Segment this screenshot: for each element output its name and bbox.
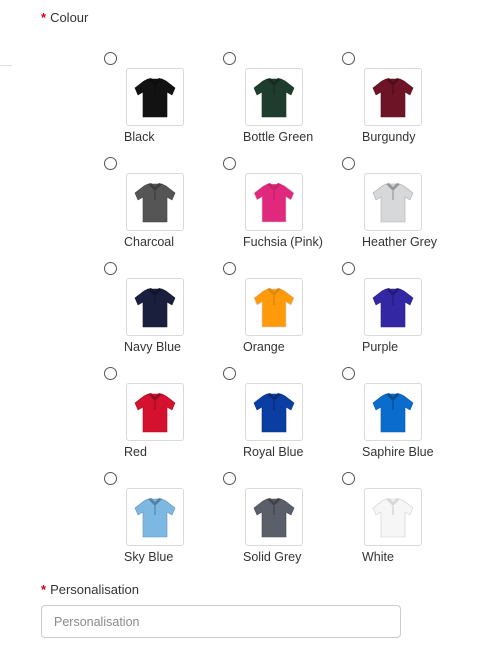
colour-swatch-charcoal[interactable]: [126, 173, 184, 231]
colour-option-navy-blue[interactable]: Navy Blue: [104, 262, 222, 367]
colour-option-label: Purple: [362, 340, 399, 354]
colour-option-saphire-blue[interactable]: Saphire Blue: [342, 367, 460, 472]
colour-radio-purple[interactable]: [342, 262, 355, 275]
polo-shirt-icon: [372, 183, 414, 223]
personalisation-field-label: * Personalisation: [41, 582, 139, 597]
polo-shirt-icon: [134, 78, 176, 118]
colour-option-solid-grey[interactable]: Solid Grey: [223, 472, 341, 577]
colour-option-fuchsia-pink[interactable]: Fuchsia (Pink): [223, 157, 341, 262]
polo-shirt-icon: [372, 498, 414, 538]
colour-swatch-orange[interactable]: [245, 278, 303, 336]
colour-radio-sky-blue[interactable]: [104, 472, 117, 485]
colour-field-label: * Colour: [41, 10, 88, 25]
colour-swatch-purple[interactable]: [364, 278, 422, 336]
colour-option-purple[interactable]: Purple: [342, 262, 460, 367]
colour-swatch-red[interactable]: [126, 383, 184, 441]
colour-swatch-sky-blue[interactable]: [126, 488, 184, 546]
polo-shirt-icon: [253, 393, 295, 433]
colour-radio-white[interactable]: [342, 472, 355, 485]
polo-shirt-icon: [253, 288, 295, 328]
colour-option-burgundy[interactable]: Burgundy: [342, 52, 460, 157]
colour-swatch-bottle-green[interactable]: [245, 68, 303, 126]
colour-radio-navy-blue[interactable]: [104, 262, 117, 275]
colour-radio-black[interactable]: [104, 52, 117, 65]
polo-shirt-icon: [134, 393, 176, 433]
polo-shirt-icon: [253, 498, 295, 538]
colour-radio-bottle-green[interactable]: [223, 52, 236, 65]
colour-radio-burgundy[interactable]: [342, 52, 355, 65]
polo-shirt-icon: [253, 78, 295, 118]
colour-swatch-heather-grey[interactable]: [364, 173, 422, 231]
colour-option-label: Navy Blue: [124, 340, 181, 354]
colour-radio-heather-grey[interactable]: [342, 157, 355, 170]
required-marker: *: [41, 10, 47, 25]
polo-shirt-icon: [134, 288, 176, 328]
personalisation-label-text: Personalisation: [50, 582, 139, 597]
colour-option-label: White: [362, 550, 394, 564]
colour-radio-charcoal[interactable]: [104, 157, 117, 170]
colour-radio-red[interactable]: [104, 367, 117, 380]
colour-swatch-black[interactable]: [126, 68, 184, 126]
colour-option-charcoal[interactable]: Charcoal: [104, 157, 222, 262]
polo-shirt-icon: [372, 288, 414, 328]
personalisation-input[interactable]: [41, 605, 401, 638]
colour-option-heather-grey[interactable]: Heather Grey: [342, 157, 460, 262]
polo-shirt-icon: [134, 498, 176, 538]
colour-option-label: Heather Grey: [362, 235, 438, 249]
divider: [0, 65, 12, 66]
polo-shirt-icon: [372, 393, 414, 433]
colour-swatch-white[interactable]: [364, 488, 422, 546]
colour-options-grid: Black Bottle Green Burgundy Charcoal Fuchsia…: [104, 52, 464, 572]
colour-option-red[interactable]: Red: [104, 367, 222, 472]
colour-option-label: Burgundy: [362, 130, 416, 144]
colour-swatch-royal-blue[interactable]: [245, 383, 303, 441]
colour-option-label: Royal Blue: [243, 445, 304, 459]
colour-swatch-saphire-blue[interactable]: [364, 383, 422, 441]
colour-radio-fuchsia-pink[interactable]: [223, 157, 236, 170]
colour-swatch-burgundy[interactable]: [364, 68, 422, 126]
polo-shirt-icon: [253, 183, 295, 223]
colour-radio-solid-grey[interactable]: [223, 472, 236, 485]
colour-option-bottle-green[interactable]: Bottle Green: [223, 52, 341, 157]
colour-radio-orange[interactable]: [223, 262, 236, 275]
colour-option-sky-blue[interactable]: Sky Blue: [104, 472, 222, 577]
colour-option-label: Charcoal: [124, 235, 175, 249]
colour-swatch-navy-blue[interactable]: [126, 278, 184, 336]
colour-swatch-solid-grey[interactable]: [245, 488, 303, 546]
polo-shirt-icon: [372, 78, 414, 118]
colour-option-orange[interactable]: Orange: [223, 262, 341, 367]
colour-option-label: Fuchsia (Pink): [243, 235, 323, 249]
colour-option-black[interactable]: Black: [104, 52, 222, 157]
colour-option-royal-blue[interactable]: Royal Blue: [223, 367, 341, 472]
colour-option-label: Saphire Blue: [362, 445, 434, 459]
colour-option-label: Solid Grey: [243, 550, 302, 564]
colour-option-label: Bottle Green: [243, 130, 314, 144]
colour-radio-royal-blue[interactable]: [223, 367, 236, 380]
colour-swatch-fuchsia-pink[interactable]: [245, 173, 303, 231]
colour-option-label: Sky Blue: [124, 550, 174, 564]
required-marker: *: [41, 582, 47, 597]
colour-option-label: Orange: [243, 340, 285, 354]
colour-option-label: Red: [124, 445, 147, 459]
colour-option-white[interactable]: White: [342, 472, 460, 577]
colour-label-text: Colour: [50, 10, 89, 25]
colour-option-label: Black: [124, 130, 155, 144]
polo-shirt-icon: [134, 183, 176, 223]
colour-radio-saphire-blue[interactable]: [342, 367, 355, 380]
